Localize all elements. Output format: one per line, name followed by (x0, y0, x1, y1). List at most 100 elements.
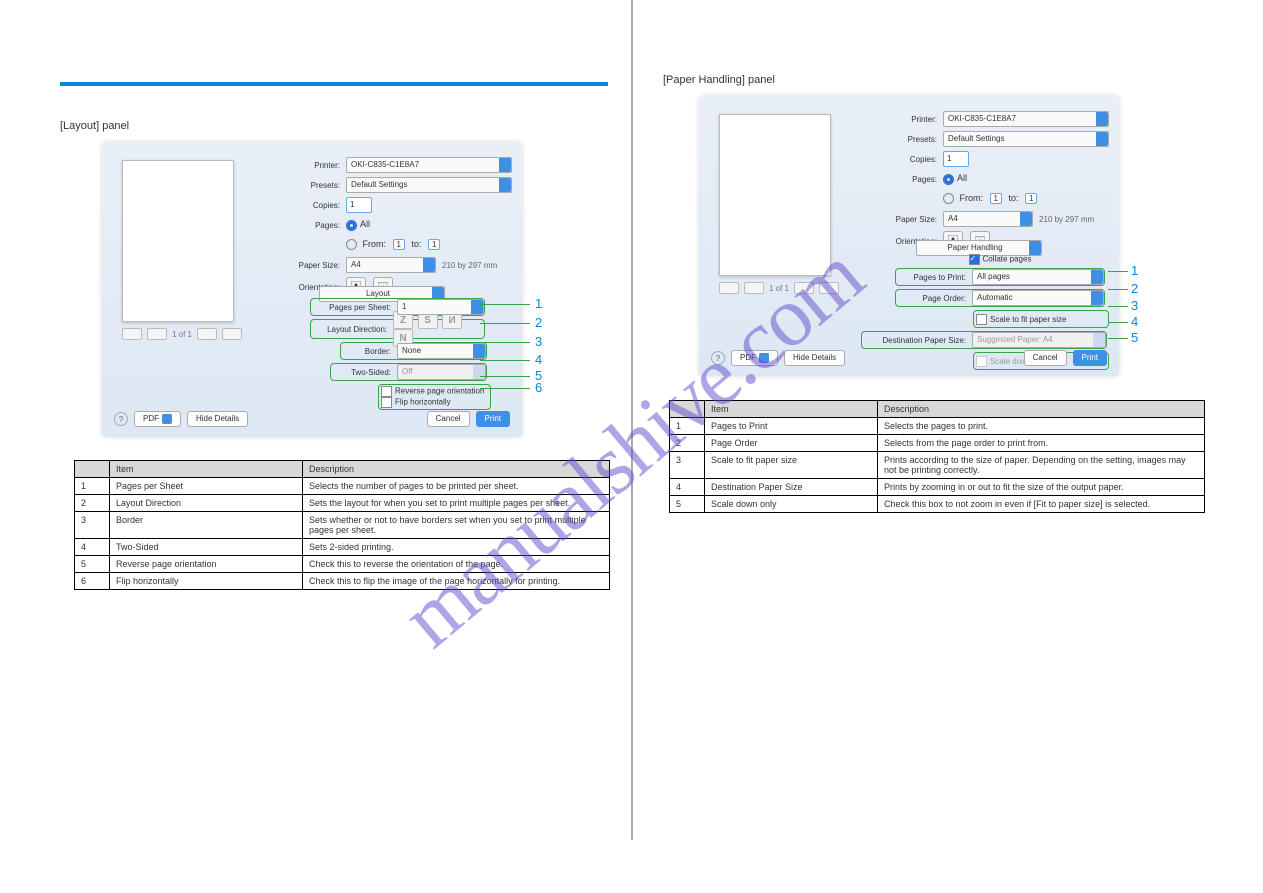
pdf-button[interactable]: PDF (134, 411, 181, 427)
presets-label: Presets: (282, 181, 346, 190)
help-button[interactable]: ? (711, 351, 725, 365)
callout-2: 2 (535, 315, 542, 330)
pages-to-label: to: (1009, 193, 1019, 203)
cancel-button[interactable]: Cancel (427, 411, 470, 427)
paper-size-label: Paper Size: (282, 261, 346, 270)
table-header-desc: Description (303, 461, 610, 478)
help-button[interactable]: ? (114, 412, 128, 426)
table-row: 5Reverse page orientationCheck this to r… (75, 556, 610, 573)
table-row: 4Destination Paper SizePrints by zooming… (670, 479, 1205, 496)
next-page-button[interactable] (197, 328, 217, 340)
pages-per-sheet-select[interactable]: 1 (397, 299, 484, 315)
table-row: 2Page OrderSelects from the page order t… (670, 435, 1205, 452)
callout-1: 1 (1131, 263, 1138, 278)
two-sided-select[interactable]: Off (397, 364, 486, 380)
callout-2: 2 (1131, 281, 1138, 296)
flip-checkbox[interactable] (381, 397, 392, 408)
copies-input[interactable]: 1 (943, 151, 969, 167)
dialog-upper-form: Printer: OKI-C835-C1E8A7 Presets: Defaul… (282, 157, 512, 301)
table-header-num (670, 401, 705, 418)
flip-label: Flip horizontally (395, 398, 451, 407)
prev-page-button[interactable] (122, 328, 142, 340)
pages-to-label: to: (412, 239, 422, 249)
table-row: 3BorderSets whether or not to have borde… (75, 512, 610, 539)
table-header-desc: Description (878, 401, 1205, 418)
prev-page-button-2[interactable] (147, 328, 167, 340)
paper-size-dim: 210 by 297 mm (1039, 215, 1094, 224)
preview-nav: 1 of 1 (122, 328, 242, 340)
section-heading-layout: [Layout] panel (60, 120, 129, 132)
dest-size-label: Destination Paper Size: (862, 336, 972, 345)
table-row: 1Pages to PrintSelects the pages to prin… (670, 418, 1205, 435)
copies-input[interactable]: 1 (346, 197, 372, 213)
next-page-button[interactable] (794, 282, 814, 294)
reverse-label: Reverse page orientation (395, 387, 484, 396)
next-page-button-2[interactable] (222, 328, 242, 340)
preview-nav: 1 of 1 (719, 282, 839, 294)
paper-size-label: Paper Size: (879, 215, 943, 224)
dialog-upper-form: Printer: OKI-C835-C1E8A7 Presets: Defaul… (879, 111, 1109, 255)
pages-all-radio[interactable] (346, 220, 357, 231)
pages-range-radio[interactable] (943, 193, 954, 204)
pages-to-input[interactable]: 1 (1025, 193, 1037, 204)
printer-select[interactable]: OKI-C835-C1E8A7 (943, 111, 1109, 127)
pdf-button[interactable]: PDF (731, 350, 778, 366)
print-dialog-paper-handling: 1 of 1 Printer: OKI-C835-C1E8A7 Presets:… (699, 96, 1119, 376)
page-order-row: Page Order: Automatic (895, 289, 1105, 307)
pages-per-sheet-row: Pages per Sheet: 1 (310, 298, 485, 316)
paper-size-dim: 210 by 297 mm (442, 261, 497, 270)
pages-range-radio[interactable] (346, 239, 357, 250)
pages-to-print-row: Pages to Print: All pages (895, 268, 1105, 286)
hide-details-button[interactable]: Hide Details (784, 350, 845, 366)
pages-to-print-label: Pages to Print: (896, 273, 972, 282)
presets-select[interactable]: Default Settings (943, 131, 1109, 147)
dest-size-select[interactable]: Suggested Paper: A4 (972, 332, 1106, 348)
page-order-select[interactable]: Automatic (972, 290, 1104, 306)
layout-direction-label: Layout Direction: (311, 325, 393, 334)
border-select[interactable]: None (397, 343, 486, 359)
table-row: 4Two-SidedSets 2-sided printing. (75, 539, 610, 556)
printer-select[interactable]: OKI-C835-C1E8A7 (346, 157, 512, 173)
pages-per-sheet-label: Pages per Sheet: (311, 303, 397, 312)
page-order-label: Page Order: (896, 294, 972, 303)
hide-details-button[interactable]: Hide Details (187, 411, 248, 427)
presets-label: Presets: (879, 135, 943, 144)
callout-3: 3 (535, 334, 542, 349)
pages-all-label: All (360, 219, 370, 229)
table-row: 3Scale to fit paper sizePrints according… (670, 452, 1205, 479)
two-sided-row: Two-Sided: Off (330, 363, 487, 381)
preview-page-label: 1 of 1 (769, 284, 789, 293)
callout-3: 3 (1131, 298, 1138, 313)
cancel-button[interactable]: Cancel (1024, 350, 1067, 366)
pages-from-input[interactable]: 1 (990, 193, 1002, 204)
pages-from-input[interactable]: 1 (393, 239, 405, 250)
table-header-num (75, 461, 110, 478)
paper-size-select[interactable]: A4 (346, 257, 436, 273)
scale-checkbox[interactable] (976, 314, 987, 325)
reverse-checkbox[interactable] (381, 386, 392, 397)
pages-all-radio[interactable] (943, 174, 954, 185)
pages-to-print-select[interactable]: All pages (972, 269, 1104, 285)
pages-from-label: From: (363, 239, 387, 249)
page-preview (122, 160, 234, 322)
page-preview (719, 114, 831, 276)
callout-1: 1 (535, 296, 542, 311)
table-row: 2Layout DirectionSets the layout for whe… (75, 495, 610, 512)
prev-page-button[interactable] (719, 282, 739, 294)
table-row: 1Pages per SheetSelects the number of pa… (75, 478, 610, 495)
pages-to-input[interactable]: 1 (428, 239, 440, 250)
dialog-button-row: ? PDF Hide Details Cancel Print (114, 411, 510, 427)
paper-size-select[interactable]: A4 (943, 211, 1033, 227)
print-button[interactable]: Print (476, 411, 510, 427)
prev-page-button-2[interactable] (744, 282, 764, 294)
layout-items-table: Item Description 1Pages per SheetSelects… (74, 460, 610, 590)
next-page-button-2[interactable] (819, 282, 839, 294)
presets-select[interactable]: Default Settings (346, 177, 512, 193)
collate-label: Collate pages (983, 255, 1032, 264)
collate-checkbox[interactable] (969, 254, 980, 265)
border-label: Border: (341, 347, 397, 356)
preview-page-label: 1 of 1 (172, 330, 192, 339)
left-column: [Layout] panel 1 of 1 Printer: OKI-C835-… (0, 0, 630, 840)
printer-label: Printer: (282, 161, 346, 170)
print-button[interactable]: Print (1073, 350, 1107, 366)
